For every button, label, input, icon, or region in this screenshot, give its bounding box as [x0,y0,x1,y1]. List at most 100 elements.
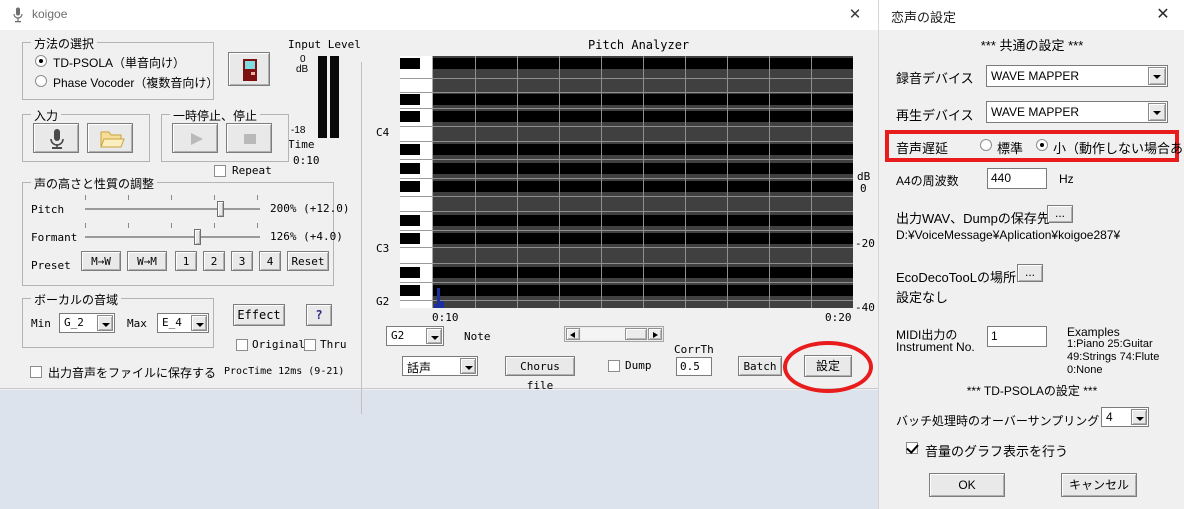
voice-type-select[interactable]: 話声 [402,356,478,376]
transport-group: 一時停止、停止 [161,107,289,162]
preset-w-to-m-button[interactable]: W→M [127,251,167,271]
main-body: 方法の選択 TD-PSOLA（単音向け） Phase Vocoder（複数音向け… [0,30,878,414]
radio-td-psola[interactable] [35,55,47,67]
vocal-range-title: ボーカルの音域 [31,291,122,308]
microphone-icon [13,7,23,23]
method-group: 方法の選択 TD-PSOLA（単音向け） Phase Vocoder（複数音向け… [22,35,218,100]
oversampling-select[interactable]: 4 [1101,407,1149,427]
preset-label: Preset [31,259,71,272]
formant-value: 126% (+4.0) [270,230,343,243]
audio-delay-label: 音声遅延 [896,141,949,156]
dump-checkbox[interactable] [608,360,620,372]
chevron-down-icon[interactable] [97,315,113,331]
dump-label: Dump [625,359,652,372]
preset-reset-button[interactable]: Reset [287,251,329,271]
mic-input-button[interactable] [33,123,79,153]
tdpsola-header: *** TD-PSOLAの設定 *** [966,384,1098,398]
pitch-grid[interactable] [433,56,853,308]
rec-device-value: WAVE MAPPER [991,69,1080,83]
rec-device-select[interactable]: WAVE MAPPER [986,65,1168,87]
pitch-slider-ticks [85,195,260,201]
time-axis-end: 0:20 [825,311,852,324]
record-button[interactable] [228,52,270,86]
midi-label-line2: Instrument No. [896,340,975,354]
time-value: 0:10 [293,154,320,167]
piano-keyboard[interactable] [400,56,433,308]
effect-button[interactable]: Effect [233,304,285,326]
chevron-down-icon[interactable] [1131,409,1147,425]
midi-examples-title: Examples [1067,325,1120,339]
formant-slider-track[interactable] [85,236,260,238]
preset-3-button[interactable]: 3 [231,251,253,271]
formant-slider-thumb[interactable] [194,229,201,245]
wav-dump-label: 出力WAV、Dumpの保存先 [896,211,1050,226]
db-axis-top: 0 [860,182,867,195]
open-file-button[interactable] [87,123,133,153]
ok-button[interactable]: OK [929,473,1005,497]
preset-m-to-w-button[interactable]: M→W [81,251,121,271]
db-axis-bottom: -40 [855,301,875,314]
note-select-value: G2 [391,329,405,342]
pitch-analyzer-title: Pitch Analyzer [588,38,690,52]
cancel-button[interactable]: キャンセル [1061,473,1137,497]
chorus-file-button[interactable]: Chorus file [505,356,575,392]
oversampling-value: 4 [1106,410,1113,424]
volume-graph-checkbox[interactable] [906,442,918,454]
settings-titlebar: 恋声の設定 ✕ [879,0,1184,30]
batch-button[interactable]: Batch [738,356,782,376]
settings-window: 恋声の設定 ✕ *** 共通の設定 *** 録音デバイス WAVE MAPPER… [878,0,1184,509]
label-phase-vocoder: Phase Vocoder（複数音向け） [53,76,219,90]
repeat-label: Repeat [232,164,272,177]
stop-button[interactable] [226,123,272,153]
db-axis-mid: -20 [855,237,875,250]
save-output-label: 出力音声をファイルに保存する [48,366,217,380]
ecodeco-label: EcoDecoTooLの場所 [896,270,1016,285]
play-button[interactable] [172,123,218,153]
a4-freq-input[interactable]: 440 [987,168,1047,189]
vocal-max-select[interactable]: E_4 [157,313,209,333]
main-close-button[interactable]: ✕ [832,0,878,30]
pitch-slider-thumb[interactable] [217,201,224,217]
preset-1-button[interactable]: 1 [175,251,197,271]
thru-checkbox[interactable] [304,339,316,351]
voice-type-value: 話声 [407,361,432,375]
scroll-right-button[interactable] [648,328,662,340]
chevron-down-icon[interactable] [1148,103,1166,121]
original-checkbox[interactable] [236,339,248,351]
save-output-checkbox[interactable] [30,366,42,378]
timeline-scrollbar[interactable] [564,326,664,342]
preset-4-button[interactable]: 4 [259,251,281,271]
chevron-down-icon[interactable] [1148,67,1166,85]
play-device-select[interactable]: WAVE MAPPER [986,101,1168,123]
pitch-slider-track[interactable] [85,208,260,210]
repeat-checkbox[interactable] [214,165,226,177]
radio-audio-delay-small[interactable] [1036,139,1048,151]
rec-device-label: 録音デバイス [896,71,974,86]
chevron-down-icon[interactable] [460,358,476,374]
radio-phase-vocoder[interactable] [35,75,47,87]
chevron-down-icon[interactable] [191,315,207,331]
preset-2-button[interactable]: 2 [203,251,225,271]
vocal-min-select[interactable]: G_2 [59,313,115,333]
input-level-min-label: -18 [291,125,306,136]
wav-dump-browse-button[interactable]: ... [1047,205,1073,223]
help-button[interactable]: ? [306,304,332,326]
input-level-title: Input Level [288,38,361,51]
midi-example-1: 1:Piano 25:Guitar [1067,338,1153,350]
chevron-down-icon[interactable] [426,328,442,344]
settings-close-button[interactable]: ✕ [1141,0,1184,30]
settings-window-title: 恋声の設定 [891,10,957,25]
radio-audio-delay-standard[interactable] [980,139,992,151]
midi-instrument-input[interactable]: 1 [987,326,1047,347]
note-select[interactable]: G2 [386,326,444,346]
pitch-label: Pitch [31,203,65,216]
ecodeco-browse-button[interactable]: ... [1017,264,1043,282]
scroll-thumb[interactable] [625,328,647,340]
input-level-meter-left [318,56,327,138]
main-window-title: koigoe [32,7,68,21]
label-audio-delay-small: 小（動作しない場合あり） [1053,141,1184,156]
corr-th-input[interactable]: 0.5 [676,357,712,376]
vocal-range-group: ボーカルの音域 Min G_2 Max E_4 [22,291,214,348]
scroll-left-button[interactable] [566,328,580,340]
note-label-c3: C3 [376,242,390,255]
